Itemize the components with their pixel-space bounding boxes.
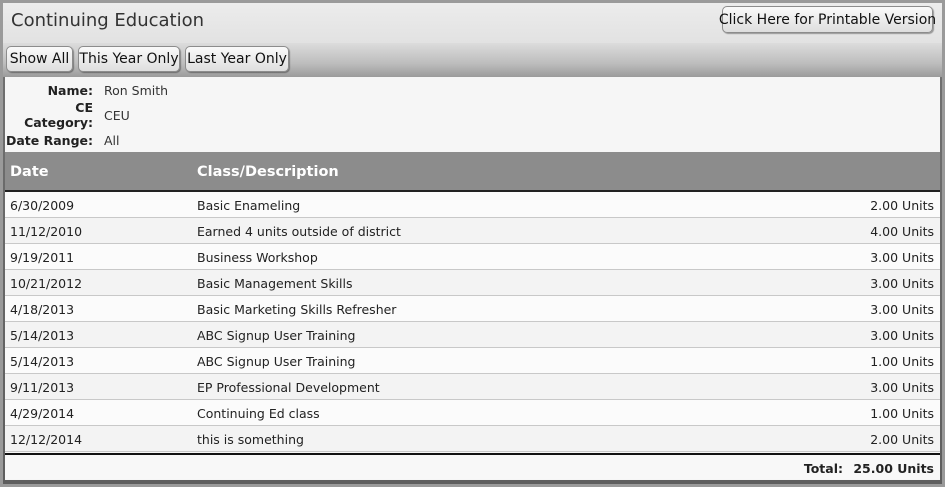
table-body: 6/30/2009 Basic Enameling 2.00 Units 11/… bbox=[5, 192, 940, 452]
table-footer: Total: 25.00 Units bbox=[5, 453, 940, 479]
last-year-only-button[interactable]: Last Year Only bbox=[185, 46, 289, 72]
table-row: 6/30/2009 Basic Enameling 2.00 Units bbox=[5, 192, 940, 218]
category-label: CE Category: bbox=[24, 100, 93, 130]
name-row: Name: Ron Smith bbox=[5, 80, 168, 100]
row-date: 9/19/2011 bbox=[10, 250, 75, 265]
row-description: Earned 4 units outside of district bbox=[197, 224, 401, 239]
row-units: 1.00 Units bbox=[870, 406, 934, 421]
date-column-header: Date bbox=[10, 164, 49, 180]
name-label: Name: bbox=[47, 82, 93, 98]
row-description: Basic Marketing Skills Refresher bbox=[197, 302, 397, 317]
this-year-only-button[interactable]: This Year Only bbox=[78, 46, 180, 72]
category-row: CE Category: CEU bbox=[5, 100, 130, 130]
description-column-header: Class/Description bbox=[197, 164, 339, 180]
row-date: 9/11/2013 bbox=[10, 380, 75, 395]
row-description: ABC Signup User Training bbox=[197, 354, 356, 369]
row-units: 3.00 Units bbox=[870, 328, 934, 343]
printable-version-button[interactable]: Click Here for Printable Version bbox=[719, 6, 936, 33]
row-units: 2.00 Units bbox=[870, 198, 934, 213]
date-range-value: All bbox=[104, 132, 120, 148]
total-label: Total: bbox=[803, 461, 843, 476]
row-date: 12/12/2014 bbox=[10, 432, 83, 447]
table-header: Date Class/Description bbox=[5, 152, 940, 192]
category-value: CEU bbox=[104, 107, 130, 123]
table-row: 5/14/2013 ABC Signup User Training 1.00 … bbox=[5, 348, 940, 374]
row-units: 3.00 Units bbox=[870, 250, 934, 265]
total-value: 25.00 Units bbox=[853, 461, 934, 476]
row-units: 1.00 Units bbox=[870, 354, 934, 369]
row-description: Continuing Ed class bbox=[197, 406, 320, 421]
row-date: 10/21/2012 bbox=[10, 276, 83, 291]
table-row: 4/29/2014 Continuing Ed class 1.00 Units bbox=[5, 400, 940, 426]
date-range-label: Date Range: bbox=[6, 132, 93, 148]
name-value: Ron Smith bbox=[104, 82, 169, 98]
row-description: Basic Management Skills bbox=[197, 276, 353, 291]
row-units: 2.00 Units bbox=[870, 432, 934, 447]
row-date: 6/30/2009 bbox=[10, 198, 75, 213]
show-all-button[interactable]: Show All bbox=[6, 46, 73, 72]
row-units: 3.00 Units bbox=[870, 302, 934, 317]
row-description: Business Workshop bbox=[197, 250, 318, 265]
row-date: 4/29/2014 bbox=[10, 406, 75, 421]
row-date: 5/14/2013 bbox=[10, 354, 75, 369]
row-date: 5/14/2013 bbox=[10, 328, 75, 343]
row-description: this is something bbox=[197, 432, 304, 447]
row-date: 11/12/2010 bbox=[10, 224, 83, 239]
total-units: Total: 25.00 Units bbox=[804, 461, 934, 476]
page-title: Continuing Education bbox=[11, 10, 205, 31]
date-range-row: Date Range: All bbox=[5, 130, 120, 150]
table-row: 10/21/2012 Basic Management Skills 3.00 … bbox=[5, 270, 940, 296]
row-date: 4/18/2013 bbox=[10, 302, 75, 317]
row-description: Basic Enameling bbox=[197, 198, 301, 213]
row-units: 3.00 Units bbox=[870, 380, 934, 395]
table-row: 4/18/2013 Basic Marketing Skills Refresh… bbox=[5, 296, 940, 322]
row-description: ABC Signup User Training bbox=[197, 328, 356, 343]
row-units: 3.00 Units bbox=[870, 276, 934, 291]
row-units: 4.00 Units bbox=[870, 224, 934, 239]
table-row: 11/12/2010 Earned 4 units outside of dis… bbox=[5, 218, 940, 244]
table-row: 9/11/2013 EP Professional Development 3.… bbox=[5, 374, 940, 400]
ce-report-panel: Name: Ron Smith CE Category: CEU Date Ra… bbox=[5, 77, 940, 480]
table-row: 9/19/2011 Business Workshop 3.00 Units bbox=[5, 244, 940, 270]
table-row: 5/14/2013 ABC Signup User Training 3.00 … bbox=[5, 322, 940, 348]
table-row: 12/12/2014 this is something 2.00 Units bbox=[5, 426, 940, 452]
row-description: EP Professional Development bbox=[197, 380, 380, 395]
